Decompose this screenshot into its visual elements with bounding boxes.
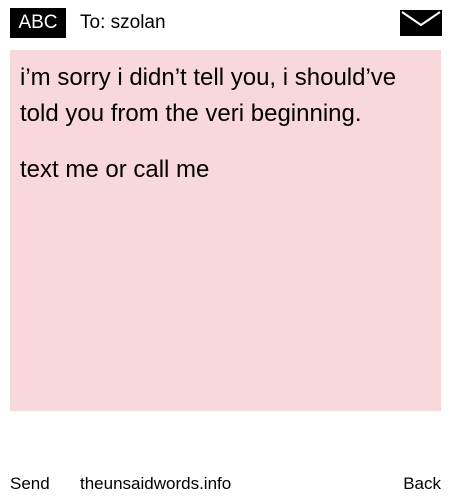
envelope-icon	[400, 10, 442, 36]
back-button[interactable]: Back	[403, 470, 441, 498]
softkey-bar: Send theunsaidwords.info Back	[0, 470, 450, 498]
message-body[interactable]: i’m sorry i didn’t tell you, i should’ve…	[10, 50, 441, 411]
recipient-field[interactable]: To: szolan	[80, 8, 166, 38]
input-mode-badge[interactable]: ABC	[10, 8, 66, 38]
site-link[interactable]: theunsaidwords.info	[80, 470, 231, 498]
message-paragraph: text me or call me	[20, 156, 210, 183]
message-paragraph: i’m sorry i didn’t tell you, i should’ve…	[20, 64, 397, 127]
message-header: ABC To: szolan	[0, 0, 450, 44]
send-button[interactable]: Send	[10, 470, 50, 498]
